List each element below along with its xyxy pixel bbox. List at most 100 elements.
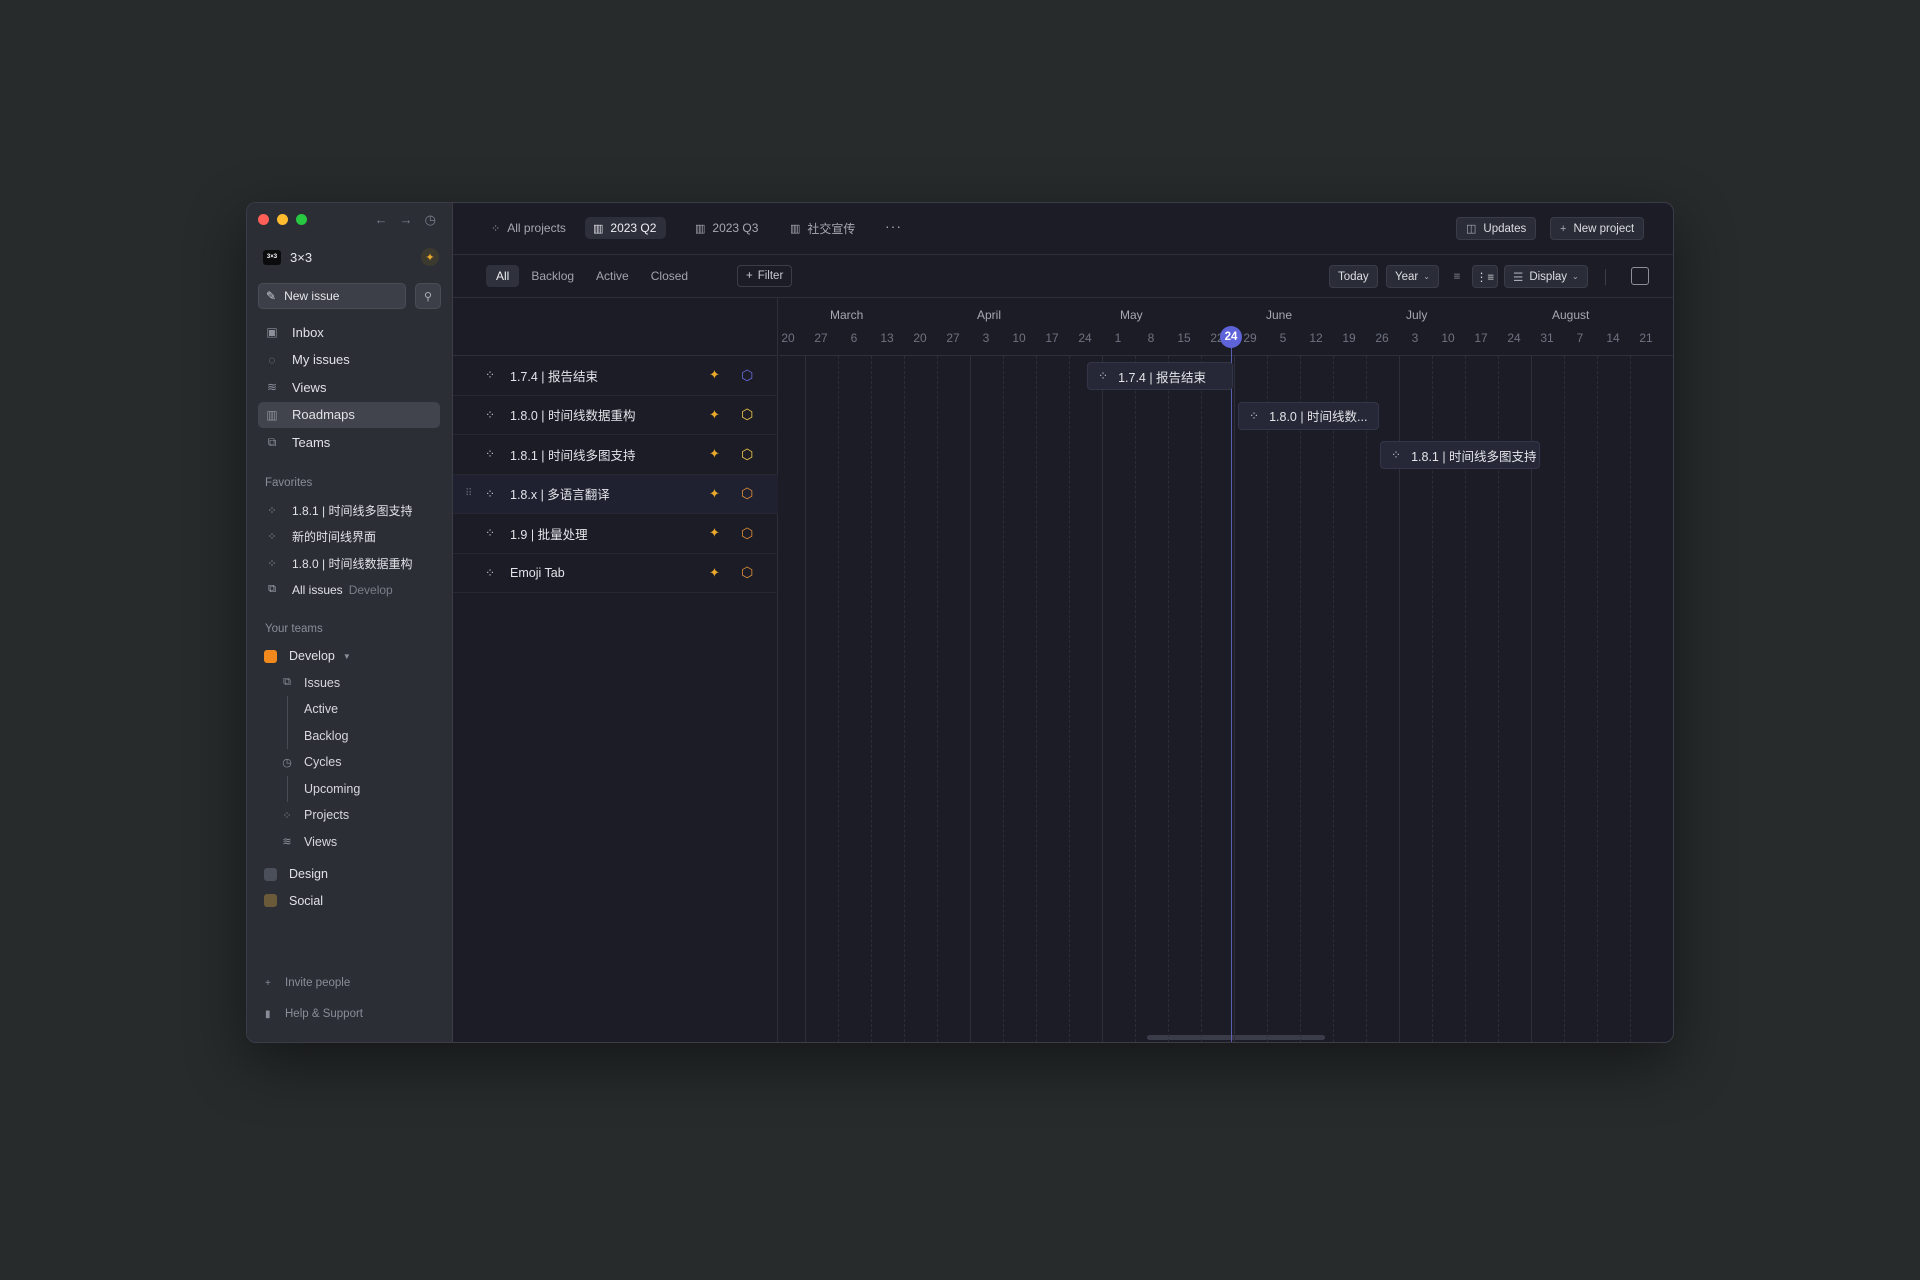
project-row[interactable]: ⁘ Emoji Tab ✦ ⬡ (453, 554, 778, 593)
team-cycles[interactable]: ◷ Cycles (258, 749, 440, 776)
nav-teams[interactable]: ⧉ Teams (258, 429, 440, 455)
nav-label: My issues (292, 352, 350, 367)
status-in-progress-icon[interactable]: ⬡ (741, 406, 753, 423)
grid-line (904, 356, 905, 1042)
today-button[interactable]: Today (1329, 265, 1378, 288)
filter-button[interactable]: + Filter (737, 265, 793, 287)
grid-line (838, 356, 839, 1042)
help-support-link[interactable]: ▮ Help & Support (265, 1008, 363, 1020)
project-lead-avatar[interactable]: ✦ (709, 367, 720, 383)
updates-icon: ◫ (1466, 223, 1477, 235)
search-button[interactable]: ⚲ (415, 283, 441, 309)
map-icon: ▥ (266, 407, 278, 422)
close-window-button[interactable] (258, 214, 269, 225)
minimize-window-button[interactable] (277, 214, 288, 225)
grid-line (970, 356, 971, 1042)
zoom-window-button[interactable] (296, 214, 307, 225)
nav-label: Views (292, 379, 327, 395)
team-issues-backlog[interactable]: Backlog (258, 722, 440, 750)
nav-my-issues[interactable]: ◌ My issues (258, 347, 440, 373)
team-design[interactable]: Design (258, 861, 440, 888)
project-list-header (453, 298, 777, 356)
team-develop[interactable]: Develop ▼ (258, 643, 440, 670)
segment-active[interactable]: Active (586, 265, 639, 287)
app-window: ← → ◷ 3×3 3×3 ✦ ✎ New issue ⚲ ▣ Inbox ◌ … (246, 202, 1674, 1043)
timeline-icon: ⋮≡ (1475, 271, 1495, 284)
status-in-progress-icon[interactable]: ⬡ (741, 446, 753, 463)
project-row[interactable]: ⠿ ⁘ 1.8.x | 多语言翻译 ✦ ⬡ (453, 474, 778, 514)
project-row[interactable]: ⁘ 1.8.1 | 时间线多图支持 ✦ ⬡ (453, 435, 778, 475)
history-clock-icon[interactable]: ◷ (425, 212, 436, 228)
display-options-button[interactable]: ☰ Display ⌄ (1504, 265, 1588, 288)
project-lead-avatar[interactable]: ✦ (709, 407, 720, 423)
teams-list: Develop ▼ ⧉ Issues Active Backlog ◷ Cycl… (258, 643, 440, 914)
list-density-button[interactable]: ≡ (1445, 265, 1469, 288)
segment-backlog[interactable]: Backlog (521, 265, 584, 287)
project-lead-avatar[interactable]: ✦ (709, 565, 720, 581)
project-lead-avatar[interactable]: ✦ (709, 486, 720, 502)
favorite-item[interactable]: ⁘ 1.8.0 | 时间线数据重构 (258, 550, 440, 577)
nav-inbox[interactable]: ▣ Inbox (258, 319, 440, 345)
grid-line (1036, 356, 1037, 1042)
timeline-project-bar[interactable]: ⁘ 1.8.1 | 时间线多图支持 (1380, 441, 1540, 469)
today-label: Today (1338, 270, 1369, 283)
favorite-item[interactable]: ⧉ All issues Develop (258, 577, 440, 604)
project-row[interactable]: ⁘ 1.9 | 批量处理 ✦ ⬡ (453, 514, 778, 554)
more-tabs-button[interactable]: ··· (885, 218, 902, 234)
team-projects[interactable]: ⁘ Projects (258, 802, 440, 829)
project-name: 1.8.1 | 时间线多图支持 (510, 448, 636, 463)
grid-line (1564, 356, 1565, 1042)
tab-all-projects[interactable]: ⁘ All projects (483, 217, 576, 239)
new-issue-button[interactable]: ✎ New issue (258, 283, 406, 309)
drag-handle-icon[interactable]: ⠿ (465, 488, 472, 499)
new-project-button[interactable]: + New project (1550, 217, 1645, 240)
status-planned-icon[interactable]: ⬡ (741, 485, 753, 502)
timeline-project-bar[interactable]: ⁘ 1.7.4 | 报告结束 (1087, 362, 1233, 390)
team-views[interactable]: ≋ Views (258, 829, 440, 856)
zoom-select[interactable]: Year ⌄ (1386, 265, 1439, 288)
status-completed-icon[interactable]: ⬡ (741, 367, 753, 384)
tab-2023-q2[interactable]: ▥ 2023 Q2 (585, 217, 667, 239)
grid-line (805, 356, 806, 1042)
horizontal-scrollbar[interactable] (1147, 1035, 1325, 1040)
toggle-side-panel-button[interactable] (1631, 267, 1649, 285)
status-planned-icon[interactable]: ⬡ (741, 525, 753, 542)
favorite-item[interactable]: ⁘ 1.8.1 | 时间线多图支持 (258, 497, 440, 524)
tab-2023-q3[interactable]: ▥ 2023 Q3 (687, 217, 768, 239)
team-social[interactable]: Social (258, 888, 440, 915)
favorite-label: 1.8.1 | 时间线多图支持 (292, 503, 413, 518)
team-cycles-upcoming[interactable]: Upcoming (258, 775, 440, 803)
project-list: ⁘ 1.7.4 | 报告结束 ✦ ⬡ ⁘ 1.8.0 | 时间线数据重构 ✦ ⬡ ⁘ 1.8.1 … (453, 298, 778, 1042)
segment-closed[interactable]: Closed (641, 265, 698, 287)
favorite-item[interactable]: ⁘ 新的时间线界面 (258, 524, 440, 551)
tab-social[interactable]: ▥ 社交宣传 (782, 217, 865, 239)
nav-roadmaps[interactable]: ▥ Roadmaps (258, 401, 440, 428)
team-issues[interactable]: ⧉ Issues (258, 670, 440, 697)
week-tick-label: 5 (1279, 331, 1287, 345)
workspace-switcher[interactable]: 3×3 3×3 ✦ (263, 247, 439, 267)
project-lead-avatar[interactable]: ✦ (709, 446, 720, 462)
project-name: 1.8.x | 多语言翻译 (510, 488, 610, 503)
project-row[interactable]: ⁘ 1.8.0 | 时间线数据重构 ✦ ⬡ (453, 396, 778, 435)
project-lead-avatar[interactable]: ✦ (709, 525, 720, 541)
team-issues-active[interactable]: Active (258, 696, 440, 723)
invite-people-link[interactable]: + Invite people (265, 977, 350, 989)
project-row[interactable]: ⁘ 1.7.4 | 报告结束 ✦ ⬡ (453, 356, 778, 396)
team-design-icon (264, 867, 277, 881)
timeline-density-button[interactable]: ⋮≡ (1472, 265, 1498, 288)
list-icon: ≡ (1453, 270, 1461, 283)
book-icon: ▮ (265, 1008, 271, 1020)
team-label: Design (289, 867, 328, 882)
compose-icon: ✎ (266, 289, 277, 303)
project-grid-icon: ⁘ (282, 809, 292, 822)
user-avatar[interactable]: ✦ (421, 248, 439, 266)
forward-arrow-icon[interactable]: → (400, 212, 413, 228)
week-tick-label: 21 (1639, 331, 1653, 345)
status-planned-icon[interactable]: ⬡ (741, 564, 753, 581)
grid-line (1201, 356, 1202, 1042)
segment-all[interactable]: All (486, 265, 520, 287)
updates-button[interactable]: ◫ Updates (1456, 217, 1537, 240)
back-arrow-icon[interactable]: ← (375, 212, 388, 228)
timeline-project-bar[interactable]: ⁘ 1.8.0 | 时间线数... (1238, 401, 1379, 430)
nav-views[interactable]: ≋ Views (258, 374, 440, 400)
